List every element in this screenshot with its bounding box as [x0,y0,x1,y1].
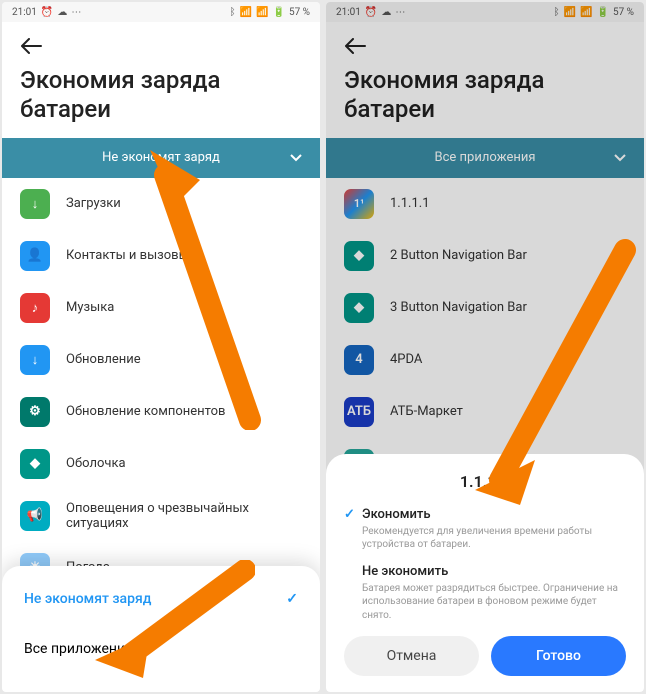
app-label: Оболочка [66,456,126,471]
option-description: Рекомендуется для увеличения времени раб… [344,525,626,552]
contacts-icon: 👤 [20,241,50,271]
app-label: Обновление [66,352,141,367]
cancel-button[interactable]: Отмена [344,636,479,676]
chevron-down-icon [290,154,302,162]
button-label: Отмена [387,648,437,664]
battery-icon: 🔋 [273,7,285,18]
alarm-icon: ⏰ [41,7,53,18]
app-row[interactable]: ↓ Загрузки [2,178,320,230]
more-icon: ⋯ [71,7,81,18]
shell-icon: ◆ [20,449,50,479]
check-icon: ✓ [286,591,298,607]
dialog-scrim[interactable]: 1.1.1.1 ✓ Экономить Рекомендуется для ув… [326,2,644,692]
filter-option-label: Не экономят заряд [24,591,151,607]
option-description: Батарея может разрядиться быстрее. Огран… [344,582,626,623]
filter-dropdown-label: Не экономят заряд [102,150,220,165]
battery-save-dialog: 1.1.1.1 ✓ Экономить Рекомендуется для ув… [326,454,644,693]
signal-icon: 📶 [240,7,252,18]
status-time: 21:01 [12,7,37,18]
app-row[interactable]: ⚙ Обновление компонентов [2,386,320,438]
app-row[interactable]: ◆ Оболочка [2,438,320,490]
dialog-option-no-save[interactable]: Не экономить Батарея может разрядиться б… [344,564,626,623]
filter-option-no-save[interactable]: Не экономят заряд ✓ [2,574,320,624]
app-label: Обновление компонентов [66,404,226,419]
download-icon: ↓ [20,189,50,219]
app-row[interactable]: ♪ Музыка [2,282,320,334]
page-header: Экономия заряда батареи [2,22,320,138]
wifi-icon: 📶 [256,7,268,18]
option-label: Не экономить [362,564,448,579]
phone-right: 21:01 ⏰ ☁ ⋯ ᛒ 📶 📶 🔋 57 % Экономия заряда… [326,2,644,692]
bluetooth-icon: ᛒ [230,7,236,18]
dialog-title: 1.1.1.1 [344,472,626,491]
app-label: Музыка [66,300,114,315]
check-icon: ✓ [344,507,356,522]
filter-dropdown[interactable]: Не экономят заряд [2,138,320,178]
dialog-option-save[interactable]: ✓ Экономить Рекомендуется для увеличения… [344,507,626,552]
filter-bottom-sheet: Не экономят заряд ✓ Все приложения [2,566,320,692]
filter-option-label: Все приложения [24,641,133,657]
filter-option-all-apps[interactable]: Все приложения [2,624,320,674]
app-row[interactable]: ↓ Обновление [2,334,320,386]
page-title: Экономия заряда батареи [20,66,302,124]
gear-icon: ⚙ [20,397,50,427]
app-row[interactable]: 👤 Контакты и вызовы [2,230,320,282]
done-button[interactable]: Готово [491,636,626,676]
option-label: Экономить [362,507,431,522]
music-icon: ♪ [20,293,50,323]
alert-icon: 📢 [20,501,50,531]
app-label: Контакты и вызовы [66,248,189,263]
update-icon: ↓ [20,345,50,375]
status-bar: 21:01 ⏰ ☁ ⋯ ᛒ 📶 📶 🔋 57 % [2,2,320,22]
back-button[interactable] [20,32,48,60]
cloud-icon: ☁ [57,7,67,18]
app-row[interactable]: 📢 Оповещения о чрезвычайных ситуациях [2,490,320,542]
app-label: Загрузки [66,196,121,211]
app-label: Оповещения о чрезвычайных ситуациях [66,501,302,531]
phone-left: 21:01 ⏰ ☁ ⋯ ᛒ 📶 📶 🔋 57 % Экономия заряда… [2,2,320,692]
button-label: Готово [536,648,581,664]
battery-percent: 57 % [289,7,310,18]
